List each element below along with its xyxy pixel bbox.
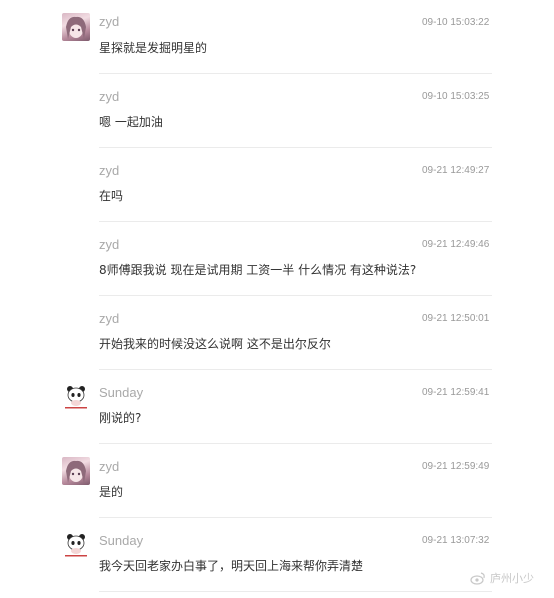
chat-history: zyd 09-10 15:03:22 星探就是发掘明星的 zyd 09-10 1…	[0, 0, 554, 598]
message-author[interactable]: zyd	[99, 311, 119, 326]
message-time: 09-10 15:03:22	[422, 17, 490, 28]
message-author[interactable]: zyd	[99, 237, 119, 252]
message-time: 09-21 12:59:49	[422, 461, 490, 472]
message-time: 09-21 12:59:41	[422, 387, 490, 398]
message-divider	[99, 591, 492, 592]
message-divider	[99, 369, 492, 370]
weibo-logo-icon	[470, 572, 485, 585]
message-text: 星探就是发掘明星的	[99, 41, 208, 55]
message-text: 刚说的?	[99, 411, 142, 425]
message-divider	[99, 221, 492, 222]
message-text: 8师傅跟我说 现在是试用期 工资一半 什么情况 有这种说法?	[99, 263, 417, 277]
message-time: 09-21 12:49:27	[422, 165, 490, 176]
message-text: 我今天回老家办白事了，明天回上海来帮你弄清楚	[99, 559, 364, 573]
message-author[interactable]: zyd	[99, 89, 119, 104]
message-author[interactable]: zyd	[99, 163, 119, 178]
message-time: 09-21 12:49:46	[422, 239, 490, 250]
message-author[interactable]: zyd	[99, 459, 119, 474]
message-divider	[99, 295, 492, 296]
message-text: 开始我来的时候没这么说啊 这不是出尔反尔	[99, 337, 331, 351]
message-divider	[99, 73, 492, 74]
message-time: 09-21 12:50:01	[422, 313, 490, 324]
message-text: 是的	[99, 485, 124, 499]
message-author[interactable]: zyd	[99, 14, 119, 29]
panda-avatar-icon[interactable]	[62, 383, 90, 411]
message-time: 09-10 15:03:25	[422, 91, 490, 102]
message-text: 在吗	[99, 189, 124, 203]
message-divider	[99, 147, 492, 148]
message-author[interactable]: Sunday	[99, 533, 143, 548]
message-text: 嗯 一起加油	[99, 115, 163, 129]
message-time: 09-21 13:07:32	[422, 535, 490, 546]
watermark-text: 庐州小少	[490, 572, 534, 585]
anime-girl-avatar-icon[interactable]	[62, 457, 90, 485]
watermark: 庐州小少	[470, 570, 534, 586]
message-divider	[99, 443, 492, 444]
panda-avatar-icon[interactable]	[62, 531, 90, 559]
message-author[interactable]: Sunday	[99, 385, 143, 400]
message-divider	[99, 517, 492, 518]
anime-girl-avatar-icon[interactable]	[62, 13, 90, 41]
